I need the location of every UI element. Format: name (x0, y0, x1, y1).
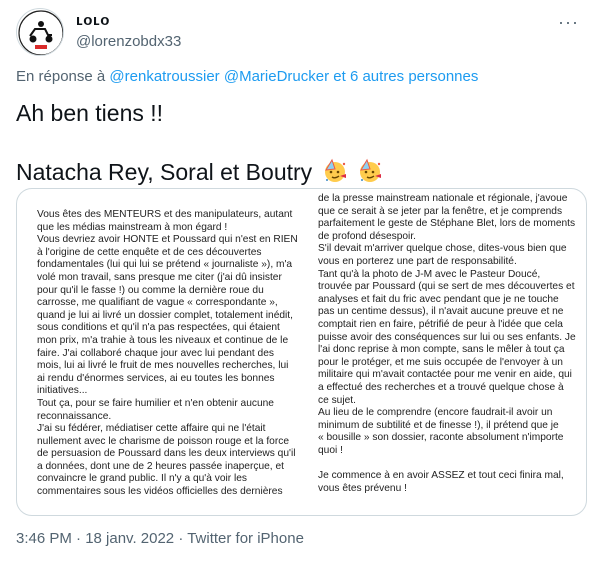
image-text-line: volé mon travail, sans presque me citer … (37, 271, 282, 283)
image-text-line: Tout ça, pour se faire humilier et n'en … (37, 397, 274, 409)
reply-context: En réponse à @renkatroussier @MarieDruck… (16, 68, 478, 85)
mention-link[interactable]: @MarieDrucker (224, 68, 329, 85)
image-text-line: quand je lui ai livré un dossier complet… (37, 309, 293, 321)
tweet-text-line: Natacha Rey, Soral et Boutry (16, 158, 383, 190)
reply-prefix: En réponse à (16, 68, 110, 85)
image-text-line: vous en porterez une part de responsabil… (318, 255, 517, 267)
image-text-right-column: de la presse mainstream nationale et rég… (318, 193, 578, 495)
image-text-line: vous êtes prévenu ! (318, 482, 407, 494)
image-text-line: faire. J'ai collaboré chaque jour avec l… (37, 347, 274, 359)
user-handle[interactable]: @lorenzobdx33 (76, 33, 181, 50)
image-text-line: ce sujet. (318, 394, 356, 406)
image-text-line: « bousille » son dossier, raconte absolu… (318, 432, 564, 444)
image-text-line: quoi ! (318, 444, 343, 456)
image-text-line: Tant qu'à la photo de J-M avec le Pasteu… (318, 268, 541, 280)
image-text-line: que ce serait à se jeter par la fenêtre,… (318, 205, 563, 217)
image-text-line: a effectué des recherches et a trouvé qu… (318, 381, 564, 393)
image-text-line: sous conditions et qu'il n'a pas respect… (37, 322, 280, 334)
image-text-line: a données, dont une de 2 heures passée i… (37, 460, 284, 472)
image-text-line: Au lieu de le comprendre (encore faudrai… (318, 407, 553, 419)
display-name[interactable]: ʟᴏʟᴏ (76, 12, 110, 29)
partying-face-icon (357, 158, 383, 190)
image-text-line: minimum de subtilité et de finesse !), i… (318, 419, 559, 431)
image-text-line: analyses et fait du fric avec pendant qu… (318, 293, 559, 305)
image-text-line: de persuasion de Poussard dans les deux … (37, 448, 296, 460)
image-text-line: mois, lui ai livré le fruit de mes nouve… (37, 360, 289, 372)
image-text-line: pour qu'il le fasse !) ou comme la derni… (37, 284, 264, 296)
image-text-line: militaire qui m'avait contactée pour me … (318, 369, 572, 381)
image-text-line: que les médias mainstream à mon égard ! (37, 221, 228, 233)
image-text-line: nullement avec le charisme de poisson ro… (37, 435, 289, 447)
image-text-line (318, 457, 578, 470)
avatar[interactable] (16, 8, 64, 56)
image-text-line: mon prix, m'a trahie à tous les niveaux … (37, 334, 289, 346)
image-text-line: carrosse, me qualifiant de vague « corre… (37, 297, 278, 309)
image-text-line: J'ai su fédérer, médiatiser cette affair… (37, 423, 266, 435)
image-text-line: Vous devriez avoir HONTE et Poussard qui… (37, 234, 298, 246)
image-text-line: reconnaissance. (37, 410, 112, 422)
tweet-text: Natacha Rey, Soral et Boutry (16, 159, 313, 186)
image-text-line: ai rendu d'énormes services, ai eu toute… (37, 372, 275, 384)
partying-face-icon (322, 158, 348, 190)
image-text-line: à l'origine de cette enquête et de ces d… (37, 246, 262, 258)
image-text-line: S'il devait m'arriver quelque chose, dit… (318, 243, 567, 255)
image-text-line: commentaires sous les vidéos officielles… (37, 486, 283, 498)
image-text-line: puisse avoir des conséquences sur lui ou… (318, 331, 576, 343)
image-text-line: de la presse mainstream nationale et rég… (318, 193, 568, 204)
tweet-text-line: Ah ben tiens !! (16, 100, 164, 126)
tweet-image[interactable]: Vous êtes des MENTEURS et des manipulate… (16, 188, 587, 516)
image-text-line: initiatives... (37, 385, 88, 397)
scooter-logo-icon (18, 10, 63, 55)
image-text-line: l'ai donc reprise à mon compte, sans le … (318, 344, 565, 356)
image-text-line: Je commence à en avoir ASSEZ et tout cec… (318, 470, 564, 482)
image-text-line: Vous êtes des MENTEURS et des manipulate… (37, 209, 293, 220)
image-text-line: fondamentales (lui qui lui se prétend « … (37, 259, 293, 271)
image-text-line: pour le protéger, et me suis occupée de … (318, 356, 563, 368)
others-link[interactable]: et 6 autres personnes (329, 68, 478, 85)
image-text-line: parfaitement le geste de Stéphane Blet, … (318, 218, 576, 230)
image-text-line: de profond désespoir. (318, 230, 416, 242)
tweet-header: ʟᴏʟᴏ @lorenzobdx33 ··· (16, 8, 585, 60)
image-text-line: trouvée par Poussard (qui se sert de mes… (318, 281, 575, 293)
image-text-line: comptait rien en faire, pétrifié de peur… (318, 318, 563, 330)
image-text-line: pas un centime dessus), il n'avait aucun… (318, 306, 564, 318)
tweet-timestamp[interactable]: 3:46 PM · 18 janv. 2022 · Twitter for iP… (16, 530, 304, 547)
image-text-left-column: Vous êtes des MENTEURS et des manipulate… (37, 209, 303, 499)
image-text-line: convaincre le grand public. Il n'y a qu'… (37, 473, 248, 485)
more-options-icon[interactable]: ··· (558, 12, 579, 33)
mention-link[interactable]: @renkatroussier (109, 68, 219, 85)
